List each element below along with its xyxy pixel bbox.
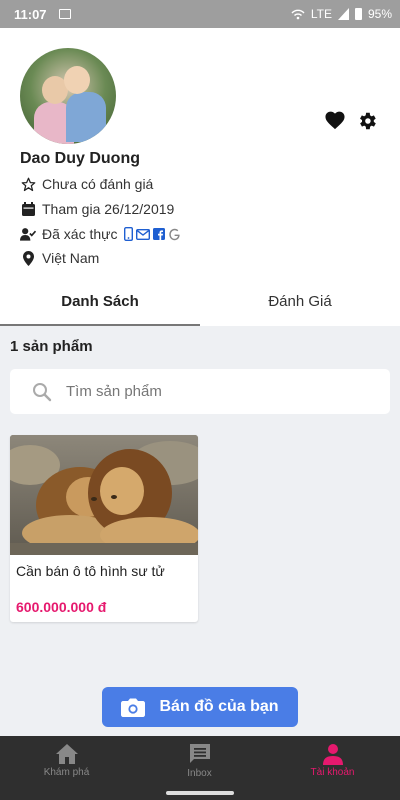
verified-text: Đã xác thực <box>42 226 118 242</box>
profile-tabs: Danh Sách Đánh Giá <box>0 286 400 326</box>
status-bar: 11:07 LTE 95% <box>0 0 400 28</box>
battery-icon <box>354 8 362 20</box>
verification-icons <box>123 227 181 241</box>
nav-inbox[interactable]: Inbox <box>133 736 266 784</box>
nav-explore-label: Khám phá <box>43 766 90 778</box>
image-notification-icon <box>58 9 71 19</box>
heart-icon[interactable] <box>324 110 346 130</box>
star-outline-icon <box>20 176 36 192</box>
status-time: 11:07 <box>14 6 47 22</box>
joined-row: Tham gia 26/12/2019 <box>20 201 174 217</box>
nav-account[interactable]: Tài khoản <box>266 736 399 784</box>
rating-text: Chưa có đánh giá <box>42 176 154 192</box>
user-check-icon <box>20 226 36 242</box>
product-card[interactable]: Cần bán ô tô hình sư tử 600.000.000 đ <box>10 435 198 622</box>
home-icon <box>55 743 78 764</box>
bottom-nav: Khám phá Inbox Tài khoản <box>0 736 400 784</box>
location-row: Việt Nam <box>20 250 99 266</box>
tab-reviews[interactable]: Đánh Giá <box>200 286 400 326</box>
product-title: Cần bán ô tô hình sư tử <box>16 563 165 579</box>
person-icon <box>322 743 343 765</box>
search-placeholder: Tìm sản phẩm <box>66 383 162 400</box>
product-count: 1 sản phẩm <box>10 338 93 355</box>
search-input[interactable]: Tìm sản phẩm <box>10 369 390 414</box>
gear-icon[interactable] <box>356 110 378 132</box>
signal-icon <box>337 8 349 20</box>
product-image <box>10 435 198 555</box>
nav-inbox-label: Inbox <box>187 767 212 779</box>
tab-listings[interactable]: Danh Sách <box>0 286 200 326</box>
system-nav-bar <box>0 784 400 800</box>
calendar-icon <box>20 201 36 217</box>
avatar[interactable] <box>20 48 116 144</box>
home-gesture-pill[interactable] <box>166 791 234 795</box>
camera-icon <box>121 698 146 717</box>
joined-text: Tham gia 26/12/2019 <box>42 201 175 217</box>
profile-header: Dao Duy Duong Chưa có đánh giá Tham gia … <box>0 28 400 326</box>
location-text: Việt Nam <box>42 250 100 266</box>
profile-actions <box>324 110 378 132</box>
chat-icon <box>189 743 210 763</box>
nav-explore[interactable]: Khám phá <box>0 736 133 784</box>
nav-account-label: Tài khoản <box>310 766 355 778</box>
sell-button[interactable]: Bán đồ của bạn <box>102 687 298 727</box>
facebook-icon <box>152 228 165 240</box>
wifi-calling-icon <box>291 9 305 20</box>
product-price: 600.000.000 đ <box>16 599 107 615</box>
search-icon <box>33 382 52 401</box>
google-icon <box>168 228 180 240</box>
sell-button-label: Bán đồ của bạn <box>159 698 279 715</box>
battery-level: 95% <box>367 7 392 21</box>
profile-name: Dao Duy Duong <box>20 150 140 167</box>
phone-icon <box>123 227 133 241</box>
email-icon <box>135 228 150 240</box>
rating-row: Chưa có đánh giá <box>20 176 153 192</box>
location-pin-icon <box>20 250 36 266</box>
verified-row: Đã xác thực <box>20 226 181 242</box>
network-type: LTE <box>310 7 332 21</box>
